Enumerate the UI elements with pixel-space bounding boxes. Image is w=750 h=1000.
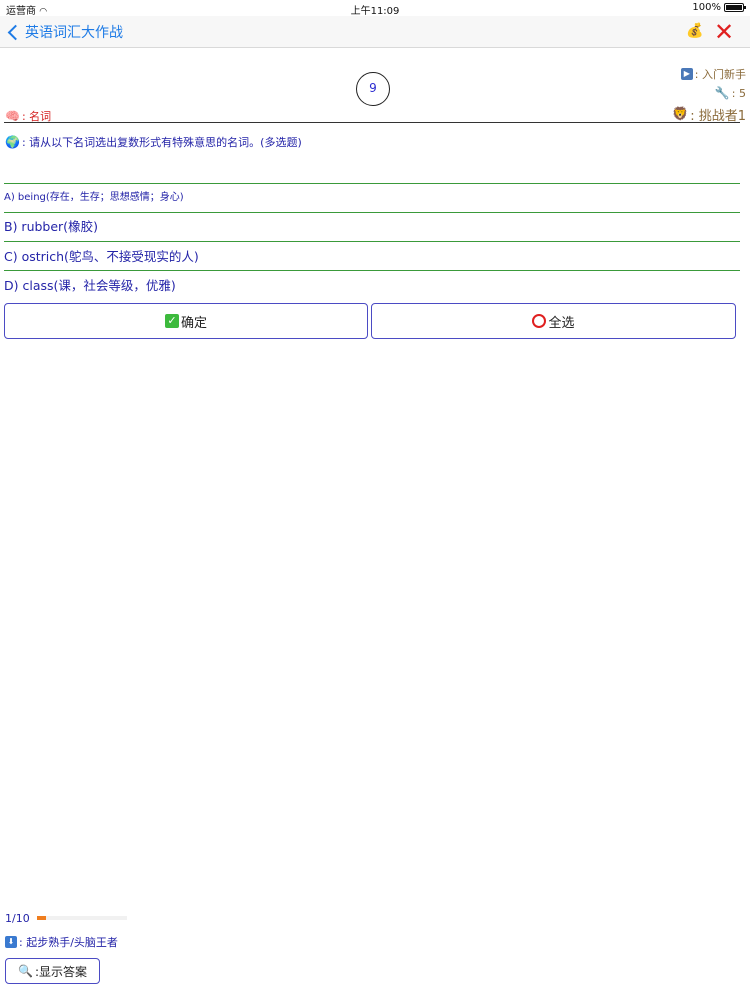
progress-fill — [37, 916, 46, 920]
select-all-label: 全选 — [548, 315, 575, 331]
battery-percent: 100% — [692, 2, 721, 13]
level-info: ▶ : 入门新手 — [680, 66, 746, 82]
rank-info: ⬇ : 起步熟手/头脑王者 — [5, 934, 118, 950]
option-divider — [4, 183, 740, 184]
question-text: 🌍 : 请从以下名词选出复数形式有特殊意思的名词。(多选题) — [5, 134, 302, 150]
option-a[interactable]: A) being(存在，生存；思想感情；身心) — [4, 188, 184, 203]
show-answer-label: :显示答案 — [34, 964, 87, 979]
option-d[interactable]: D) class(课，社会等级，优雅) — [4, 275, 176, 294]
close-x-icon[interactable]: ✕ — [714, 18, 734, 46]
clock: 上午11:09 — [350, 6, 400, 17]
red-circle-icon — [532, 314, 547, 328]
tools-count: : 5 — [731, 86, 746, 100]
progress-bar — [37, 916, 127, 920]
select-all-button[interactable]: 全选 — [371, 303, 736, 339]
question-label: : 请从以下名词选出复数形式有特殊意思的名词。(多选题) — [21, 136, 302, 149]
show-answer-button[interactable]: 🔍 :显示答案 — [5, 958, 100, 984]
globe-icon: 🌍 — [5, 135, 20, 149]
back-button[interactable]: 英语词汇大作战 — [6, 22, 123, 42]
rank-label: : 起步熟手/头脑王者 — [19, 936, 118, 949]
lion-icon: 🦁 — [672, 107, 689, 122]
back-button-label: 英语词汇大作战 — [25, 25, 123, 41]
play-icon: ▶ — [680, 68, 693, 80]
money-bag-icon[interactable]: 💰 — [686, 23, 703, 39]
chevron-left-icon — [7, 24, 24, 40]
confirm-label: 确定 — [180, 315, 207, 331]
option-divider — [4, 241, 740, 242]
brain-icon: 🧠 — [5, 109, 20, 123]
navigation-bar: 英语词汇大作战 💰 ✕ — [0, 16, 750, 48]
magnifier-icon: 🔍 — [18, 964, 33, 978]
option-c[interactable]: C) ostrich(鸵鸟、不接受现实的人) — [4, 246, 199, 265]
option-b[interactable]: B) rubber(橡胶) — [4, 216, 98, 235]
progress-text: 1/10 — [5, 912, 30, 925]
down-arrow-icon: ⬇ — [5, 936, 17, 948]
battery-icon — [724, 3, 746, 12]
battery-indicator: 100% — [692, 2, 746, 13]
check-mark-icon: ✓ — [164, 314, 179, 328]
option-divider — [4, 270, 740, 271]
wrench-icon: 🔧 — [714, 86, 730, 100]
header-divider — [4, 122, 740, 123]
status-bar: 运营商 ◠ 上午11:09 100% — [0, 0, 750, 17]
option-divider — [4, 212, 740, 213]
level-label: : 入门新手 — [694, 68, 746, 81]
question-counter: 9 — [356, 72, 390, 106]
tools-info: 🔧 : 5 — [715, 86, 746, 100]
confirm-button[interactable]: ✓ 确定 — [4, 303, 368, 339]
